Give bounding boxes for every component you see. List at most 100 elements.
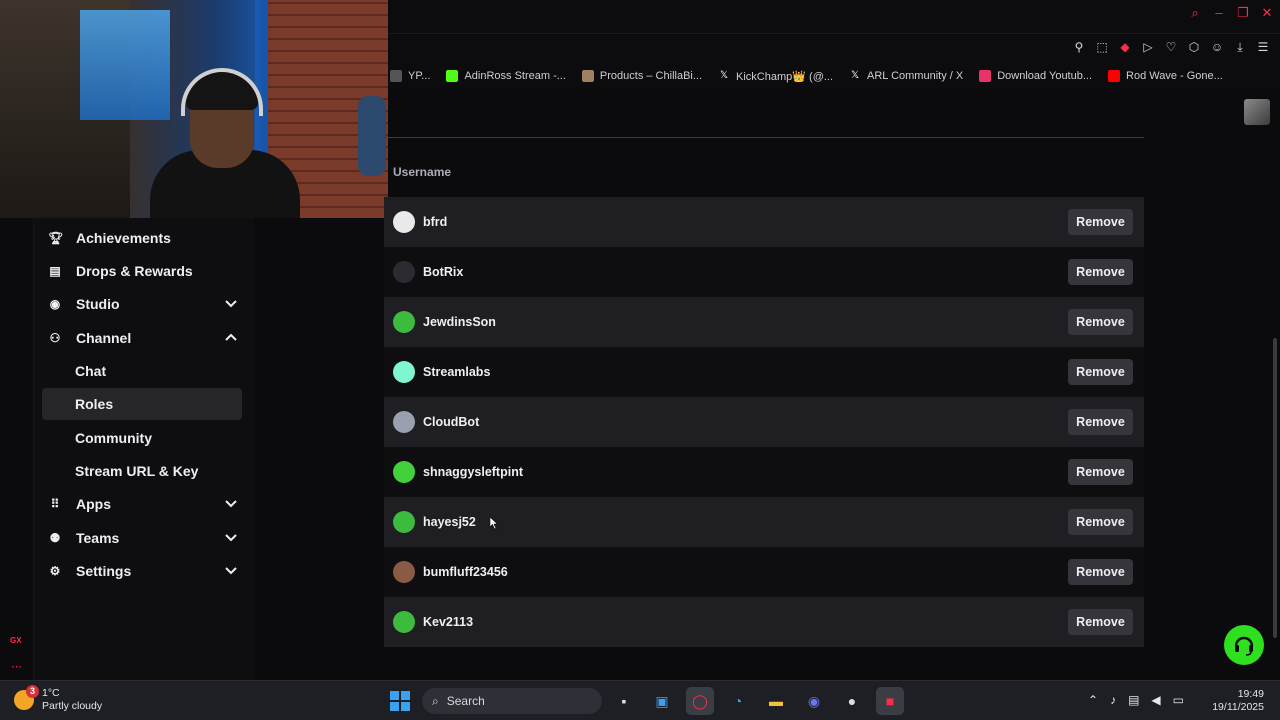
store-icon[interactable]: ▣ <box>648 687 676 715</box>
remove-button[interactable]: Remove <box>1068 509 1133 535</box>
sidebar-item-stream-url-key[interactable]: Stream URL & Key <box>42 455 242 487</box>
microphone-icon[interactable]: ♪ <box>1110 693 1116 707</box>
taskbar-search[interactable]: ⌕ Search <box>422 688 602 714</box>
battery-icon[interactable]: ▭ <box>1173 693 1184 707</box>
webcam-overlay <box>0 0 388 218</box>
headset-icon <box>1234 636 1254 656</box>
windows-start-button[interactable] <box>390 691 410 711</box>
chevron-up-icon[interactable] <box>224 330 238 344</box>
epic-games-icon[interactable]: ■ <box>876 687 904 715</box>
user-group-icon: ⚇ <box>49 331 61 345</box>
sidebar-item-studio[interactable]: ◉ Studio <box>42 288 242 320</box>
page-icon <box>390 70 402 82</box>
table-row: JewdinsSon Remove <box>384 297 1144 347</box>
chevron-down-icon[interactable] <box>224 496 238 510</box>
pin-icon[interactable]: ⚲ <box>1072 40 1086 54</box>
chevron-up-icon[interactable]: ⌃ <box>1088 693 1098 707</box>
bookmark-item[interactable]: 𝕏 KickChamp👑 (@... <box>718 70 833 83</box>
heart-icon[interactable]: ♡ <box>1164 40 1178 54</box>
sidebar-item-label: Apps <box>76 496 111 512</box>
avatar <box>393 461 415 483</box>
sidebar-item-label: Stream URL & Key <box>75 463 199 479</box>
sidebar-item-label: Community <box>75 430 152 446</box>
user-avatar[interactable] <box>1244 99 1270 125</box>
bookmark-item[interactable]: 𝕏 ARL Community / X <box>849 70 963 82</box>
sidebar-item-teams[interactable]: ⚉ Teams <box>42 522 242 554</box>
sidebar-item-drops-rewards[interactable]: ▤ Drops & Rewards <box>42 255 242 287</box>
maximize-icon[interactable]: ❐ <box>1236 6 1250 20</box>
bookmark-item[interactable]: Download Youtub... <box>979 70 1092 82</box>
search-icon[interactable]: ⌕ <box>1188 6 1202 20</box>
chevron-down-icon[interactable] <box>224 530 238 544</box>
system-tray: ⌃ ♪ ▤ ◀ ▭ <box>1088 693 1184 707</box>
bookmark-item[interactable]: Products – ChillaBi... <box>581 70 702 82</box>
support-chat-button[interactable] <box>1224 625 1264 665</box>
remove-button[interactable]: Remove <box>1068 459 1133 485</box>
sidebar-item-chat[interactable]: Chat <box>42 355 242 387</box>
task-view-icon[interactable]: ▪ <box>610 687 638 715</box>
username[interactable]: Streamlabs <box>423 365 490 379</box>
bookmark-item[interactable]: YP... <box>390 70 430 82</box>
username[interactable]: CloudBot <box>423 415 479 429</box>
sidebar-item-roles[interactable]: Roles <box>42 388 242 420</box>
username[interactable]: shnaggysleftpint <box>423 465 523 479</box>
username[interactable]: BotRix <box>423 265 463 279</box>
remove-button[interactable]: Remove <box>1068 309 1133 335</box>
table-row: BotRix Remove <box>384 247 1144 297</box>
chevron-down-icon[interactable] <box>224 563 238 577</box>
chevron-down-icon[interactable] <box>224 296 238 310</box>
file-explorer-icon[interactable]: ▬ <box>762 687 790 715</box>
username[interactable]: JewdinsSon <box>423 315 496 329</box>
remove-button[interactable]: Remove <box>1068 409 1133 435</box>
username[interactable]: Kev2113 <box>423 615 473 629</box>
extensions-icon[interactable]: ⬡ <box>1187 40 1201 54</box>
sidebar-item-label: Chat <box>75 363 107 379</box>
remove-button[interactable]: Remove <box>1068 359 1133 385</box>
edge-icon[interactable]: ◔ <box>724 687 752 715</box>
x-icon: 𝕏 <box>851 70 860 81</box>
scrollbar[interactable] <box>1273 338 1277 638</box>
sidebar-item-settings[interactable]: ⚙ Settings <box>42 555 242 587</box>
sidebar-item-apps[interactable]: ⠿ Apps <box>42 488 242 520</box>
snapshot-icon[interactable]: ⬚ <box>1095 40 1109 54</box>
sidebar-item-label: Achievements <box>76 230 171 246</box>
bookmark-item[interactable]: AdinRoss Stream -... <box>446 70 566 82</box>
steam-icon[interactable]: ● <box>838 687 866 715</box>
opera-gx-icon[interactable]: ◯ <box>686 687 714 715</box>
close-icon[interactable]: ✕ <box>1260 6 1274 20</box>
sidebar-item-achievements[interactable]: 🏆︎ Achievements <box>42 222 242 254</box>
volume-icon[interactable]: ◀ <box>1151 693 1160 707</box>
menu-icon[interactable]: ☰ <box>1256 40 1270 54</box>
taskbar-apps: ▪ ▣ ◯ ◔ ▬ ◉ ● ■ <box>610 687 904 715</box>
avatar <box>393 511 415 533</box>
minimize-icon[interactable]: – <box>1212 6 1226 20</box>
play-icon[interactable]: ▷ <box>1141 40 1155 54</box>
sidebar-item-label: Settings <box>76 563 132 579</box>
sidebar-item-channel[interactable]: ⚇ Channel <box>42 322 242 354</box>
username[interactable]: hayesj52 <box>423 515 476 529</box>
network-icon[interactable]: ▤ <box>1128 693 1139 707</box>
remove-button[interactable]: Remove <box>1068 209 1133 235</box>
table-row: Kev2113 Remove <box>384 597 1144 647</box>
bookmark-item[interactable]: Rod Wave - Gone... <box>1108 70 1223 82</box>
avatar <box>393 361 415 383</box>
kick-icon <box>446 70 459 82</box>
remove-button[interactable]: Remove <box>1068 609 1133 635</box>
clock[interactable]: 19:49 19/11/2025 <box>1212 688 1264 714</box>
shield-icon[interactable]: ◆ <box>1118 40 1132 54</box>
search-field-area[interactable] <box>384 90 1144 138</box>
remove-button[interactable]: Remove <box>1068 559 1133 585</box>
username[interactable]: bumfluff23456 <box>423 565 508 579</box>
weather-widget[interactable]: 3 1°C Partly cloudy <box>14 685 102 713</box>
column-header-username[interactable]: Username <box>393 165 451 179</box>
username[interactable]: bfrd <box>423 215 447 229</box>
sidebar-item-label: Teams <box>76 530 120 546</box>
download-icon[interactable]: ⤓ <box>1233 40 1247 54</box>
avatar <box>393 311 415 333</box>
camera-icon: ◉ <box>49 297 61 311</box>
more-icon[interactable]: ⋯ <box>11 660 22 673</box>
profile-icon[interactable]: ☺ <box>1210 40 1224 54</box>
remove-button[interactable]: Remove <box>1068 259 1133 285</box>
sidebar-item-community[interactable]: Community <box>42 422 242 454</box>
discord-icon[interactable]: ◉ <box>800 687 828 715</box>
